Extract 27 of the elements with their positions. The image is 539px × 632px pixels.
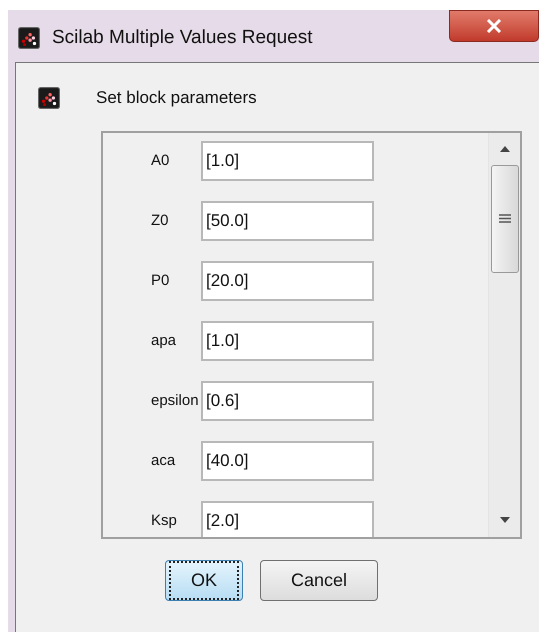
header-text: Set block parameters <box>96 87 257 109</box>
field-label: apa <box>151 332 176 348</box>
input-field[interactable]: [2.0] <box>201 500 374 536</box>
up-arrow-icon <box>500 146 510 152</box>
field-label: aca <box>151 452 176 468</box>
app-icon <box>38 86 60 109</box>
window-title: Scilab Multiple Values Request <box>52 26 313 50</box>
scrollbar[interactable] <box>488 132 520 536</box>
input-field[interactable]: [1.0] <box>201 320 374 360</box>
down-arrow-icon <box>500 516 510 522</box>
field-label: A0 <box>151 152 170 168</box>
field-label: epsilon <box>151 392 199 408</box>
field-label: P0 <box>151 272 170 288</box>
field-label: Ksp <box>151 512 177 528</box>
app-icon <box>18 27 40 50</box>
grip-icon <box>498 214 510 223</box>
scrollbar-thumb[interactable] <box>490 164 518 272</box>
input-field[interactable]: [0.6] <box>201 380 374 420</box>
cancel-button[interactable]: Cancel <box>260 560 378 600</box>
close-icon <box>486 19 502 33</box>
field-label: Z0 <box>151 212 169 228</box>
close-button[interactable] <box>449 10 539 42</box>
ok-button[interactable]: OK <box>165 560 244 600</box>
input-field[interactable]: [50.0] <box>201 200 374 240</box>
input-field[interactable]: [20.0] <box>201 260 374 300</box>
input-field[interactable]: [40.0] <box>201 440 374 480</box>
input-field[interactable]: [1.0] <box>201 140 374 180</box>
